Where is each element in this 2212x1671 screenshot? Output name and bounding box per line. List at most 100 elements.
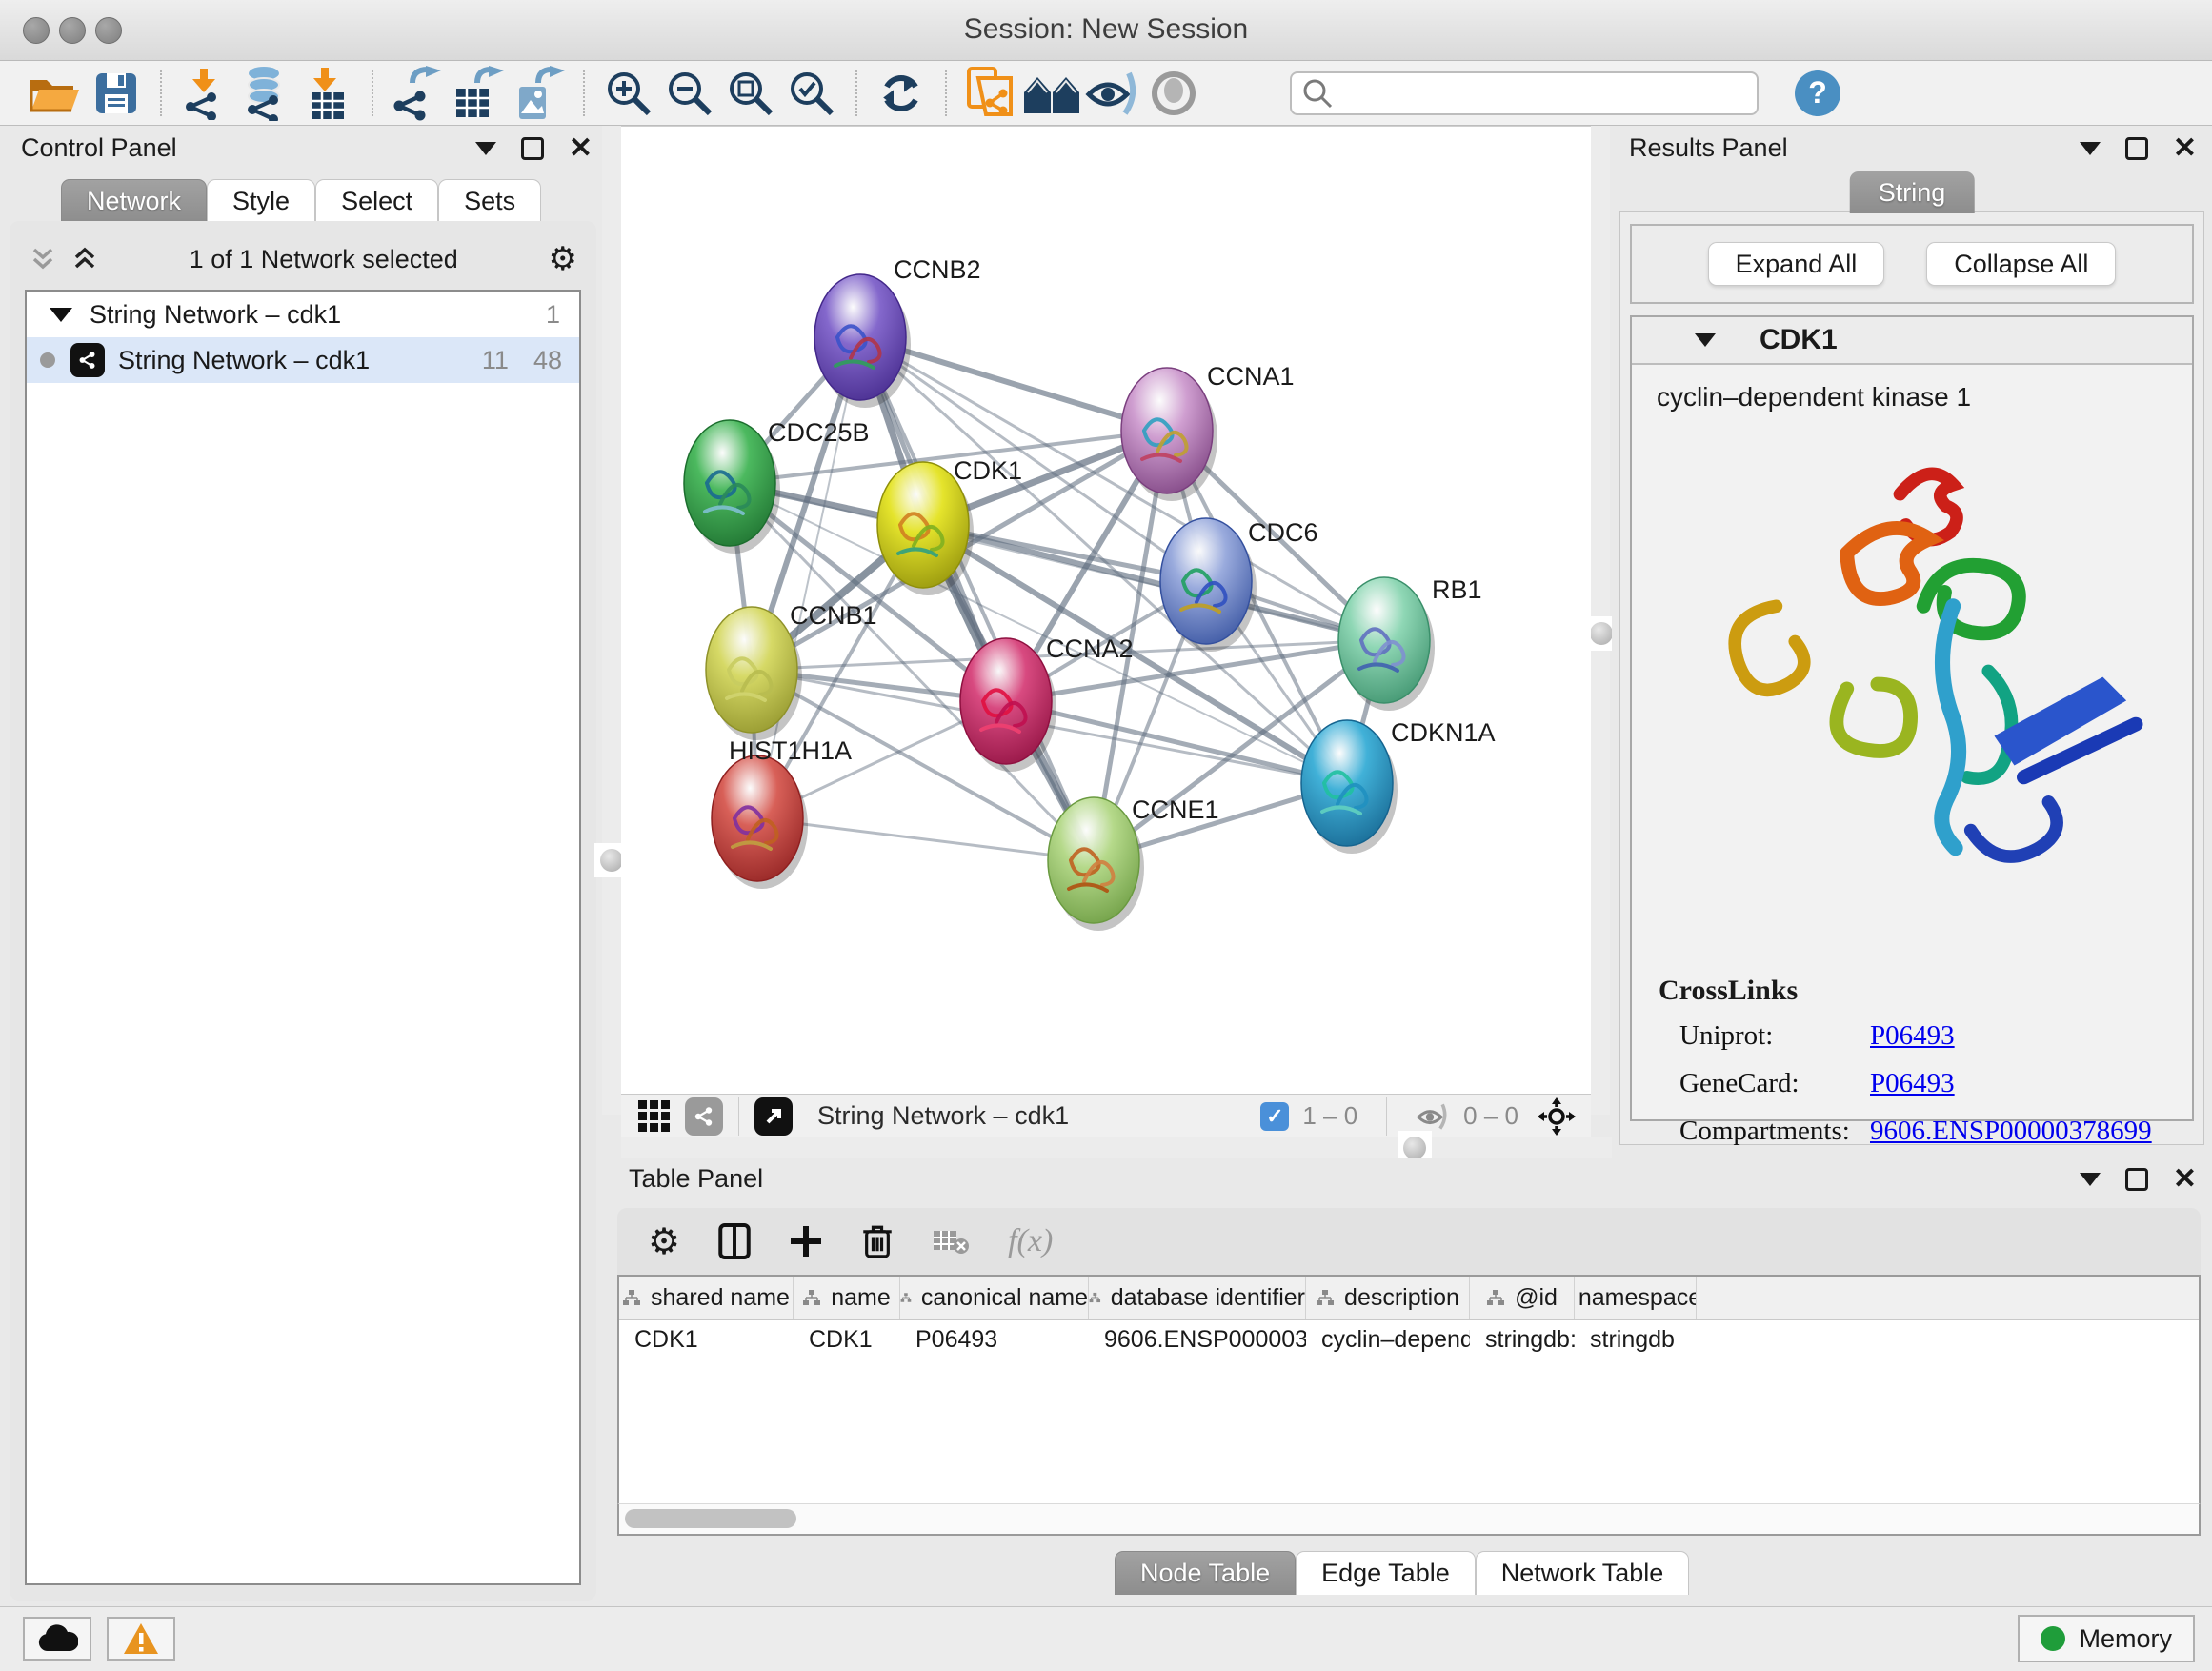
tab-node-table[interactable]: Node Table	[1115, 1551, 1296, 1595]
results-panel: Results Panel ✕ String Expand All Collap…	[1612, 126, 2212, 1158]
collection-label: String Network – cdk1	[90, 300, 341, 330]
selected-checkbox-icon[interactable]: ✓	[1260, 1102, 1289, 1131]
function-builder-icon[interactable]: f(x)	[1008, 1223, 1053, 1259]
network-node-ccna1[interactable]: CCNA1	[1121, 362, 1295, 501]
table-cell[interactable]: stringdb	[1575, 1320, 1697, 1362]
panel-menu-icon[interactable]	[2080, 1173, 2101, 1186]
collapse-all-button[interactable]: Collapse All	[1926, 242, 2116, 286]
panel-close-icon[interactable]: ✕	[2173, 1168, 2197, 1191]
table-options-gear-icon[interactable]: ⚙	[648, 1220, 680, 1263]
column-header-namespace[interactable]: namespace	[1575, 1277, 1697, 1319]
change-species-icon[interactable]	[1021, 67, 1082, 120]
table-cell[interactable]: P06493	[900, 1320, 1089, 1362]
column-header-name[interactable]: name	[794, 1277, 900, 1319]
warning-button[interactable]	[107, 1617, 175, 1661]
search-field[interactable]	[1334, 75, 1747, 111]
tab-string[interactable]: String	[1850, 171, 1975, 213]
tree-expand-icon[interactable]	[50, 308, 72, 322]
crosslink-link[interactable]: P06493	[1870, 1020, 1955, 1051]
node-label: RB1	[1432, 575, 1482, 604]
table-cell[interactable]: stringdb:9...	[1470, 1320, 1575, 1362]
network-node-ccnb2[interactable]: CCNB2	[814, 255, 981, 408]
gene-name: CDK1	[1760, 324, 1838, 356]
zoom-out-icon[interactable]	[659, 67, 720, 120]
column-header-label: canonical name	[921, 1284, 1088, 1312]
network-node-ccne1[interactable]: CCNE1	[1048, 795, 1219, 931]
network-node-cdkn1a[interactable]: CDKN1A	[1301, 718, 1496, 854]
tab-style[interactable]: Style	[207, 179, 315, 223]
table-cell[interactable]: CDK1	[794, 1320, 900, 1362]
tab-network[interactable]: Network	[61, 179, 207, 223]
gene-section-header[interactable]: CDK1	[1632, 317, 2192, 365]
hide-glass-icon[interactable]	[1082, 67, 1143, 120]
search-input[interactable]	[1290, 71, 1759, 115]
panel-float-icon[interactable]	[2125, 1168, 2148, 1191]
export-network-icon[interactable]	[387, 67, 448, 120]
import-network-file-icon[interactable]	[175, 67, 236, 120]
column-header--id[interactable]: @id	[1470, 1277, 1575, 1319]
cloud-button[interactable]	[23, 1617, 91, 1661]
import-network-database-icon[interactable]	[236, 67, 297, 120]
zoom-in-icon[interactable]	[598, 67, 659, 120]
help-icon[interactable]: ?	[1795, 70, 1840, 116]
panel-menu-icon[interactable]	[475, 142, 496, 155]
network-collection-row[interactable]: String Network – cdk1 1	[27, 292, 579, 337]
zoom-fit-icon[interactable]	[720, 67, 781, 120]
panel-close-icon[interactable]: ✕	[569, 137, 593, 160]
table-cell[interactable]: 9606.ENSP00000378699	[1089, 1320, 1306, 1362]
table-cell[interactable]: cyclin–dependent ...	[1306, 1320, 1470, 1362]
show-columns-icon[interactable]	[718, 1222, 751, 1260]
fit-selected-crosshair-icon[interactable]	[1538, 1097, 1576, 1136]
network-options-gear-icon[interactable]: ⚙	[549, 240, 577, 278]
delete-table-icon[interactable]	[932, 1227, 970, 1256]
show-sphere-icon[interactable]	[1143, 67, 1204, 120]
network-canvas[interactable]: CCNB2CCNA1CDC25BCDK1CDC6RB1CCNB1CCNA2CDK…	[621, 126, 1591, 1094]
table-row[interactable]: CDK1CDK1P064939606.ENSP00000378699cyclin…	[619, 1320, 2199, 1362]
column-header-database-identifier[interactable]: database identifier	[1089, 1277, 1306, 1319]
section-collapse-icon[interactable]	[1695, 333, 1716, 347]
panel-float-icon[interactable]	[2125, 137, 2148, 160]
panel-close-icon[interactable]: ✕	[2173, 137, 2197, 160]
save-session-icon[interactable]	[86, 67, 147, 120]
network-status-dot	[40, 352, 55, 368]
tab-sets[interactable]: Sets	[438, 179, 541, 223]
column-header-shared-name[interactable]: shared name	[619, 1277, 794, 1319]
right-splitter[interactable]	[1591, 126, 1610, 1115]
tab-select[interactable]: Select	[315, 179, 438, 223]
table-hscrollbar-thumb[interactable]	[625, 1509, 796, 1528]
node-label: CDK1	[954, 456, 1022, 485]
string-document-icon[interactable]	[960, 67, 1021, 120]
crosslink-row: Uniprot:P06493	[1679, 1020, 2173, 1052]
network-row[interactable]: String Network – cdk1 11 48	[27, 337, 579, 383]
toolbar-separator	[372, 70, 373, 116]
table-cell[interactable]: CDK1	[619, 1320, 794, 1362]
export-image-icon[interactable]	[509, 67, 570, 120]
network-node-hist1h1a[interactable]: HIST1H1A	[712, 736, 852, 889]
tab-edge-table[interactable]: Edge Table	[1296, 1551, 1476, 1595]
crosslink-link[interactable]: 9606.ENSP00000378699	[1870, 1116, 2152, 1146]
tab-network-table[interactable]: Network Table	[1476, 1551, 1690, 1595]
collapse-all-icon[interactable]	[29, 244, 57, 274]
zoom-selected-icon[interactable]	[781, 67, 842, 120]
share-view-icon[interactable]	[685, 1097, 723, 1136]
export-table-icon[interactable]	[448, 67, 509, 120]
expand-all-button[interactable]: Expand All	[1708, 242, 1885, 286]
birdseye-view-icon[interactable]	[754, 1097, 793, 1136]
panel-float-icon[interactable]	[521, 137, 544, 160]
open-session-icon[interactable]	[25, 67, 86, 120]
column-header-description[interactable]: description	[1306, 1277, 1470, 1319]
network-node-cdc6[interactable]: CDC6	[1160, 518, 1318, 652]
import-table-icon[interactable]	[297, 67, 358, 120]
delete-column-icon[interactable]	[861, 1222, 894, 1260]
panel-menu-icon[interactable]	[2080, 142, 2101, 155]
grid-view-icon[interactable]	[638, 1100, 670, 1132]
refresh-icon[interactable]	[871, 67, 932, 120]
crosslink-link[interactable]: P06493	[1870, 1068, 1955, 1098]
network-node-ccnb1[interactable]: CCNB1	[706, 601, 877, 740]
create-column-icon[interactable]	[789, 1224, 823, 1258]
column-header-canonical-name[interactable]: canonical name	[900, 1277, 1089, 1319]
network-node-rb1[interactable]: RB1	[1338, 575, 1482, 711]
memory-button[interactable]: Memory	[2018, 1615, 2195, 1662]
left-splitter[interactable]	[602, 126, 621, 1115]
expand-all-icon[interactable]	[70, 244, 99, 274]
